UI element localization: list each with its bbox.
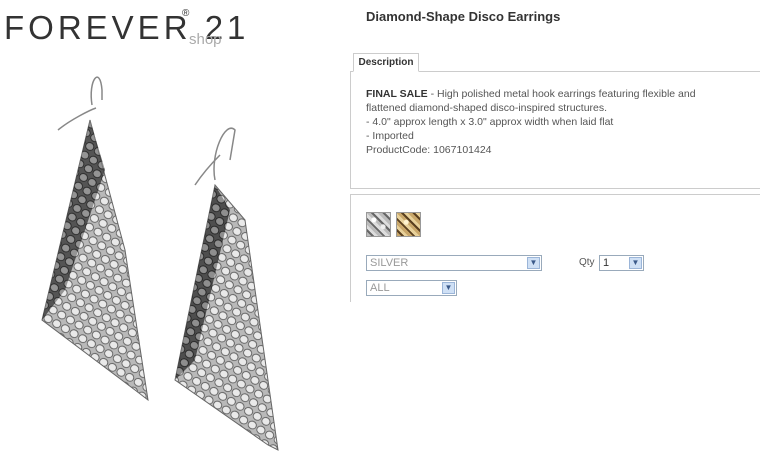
right-earring-hook xyxy=(213,127,236,181)
registered-mark: ® xyxy=(182,8,190,19)
description-line-1: FINAL SALE - High polished metal hook ea… xyxy=(366,88,696,100)
color-swatch-silver[interactable] xyxy=(366,212,391,237)
chevron-down-icon[interactable]: ▼ xyxy=(527,257,540,269)
size-select-value: ALL xyxy=(370,282,390,294)
description-line-4: - Imported xyxy=(366,130,414,142)
color-select[interactable]: SILVER ▼ xyxy=(366,255,542,271)
qty-select[interactable]: 1 ▼ xyxy=(599,255,644,271)
brand-suffix: shop xyxy=(189,31,222,48)
product-title: Diamond-Shape Disco Earrings xyxy=(366,9,561,24)
final-sale-label: FINAL SALE xyxy=(366,88,428,100)
description-text: FINAL SALE - High polished metal hook ea… xyxy=(366,87,746,157)
qty-label: Qty xyxy=(579,257,595,268)
earrings-image xyxy=(41,76,279,451)
size-select[interactable]: ALL ▼ xyxy=(366,280,457,296)
description-line-2: flattened diamond-shaped disco-inspired … xyxy=(366,102,608,114)
qty-select-value: 1 xyxy=(603,257,610,269)
product-code: ProductCode: 1067101424 xyxy=(366,144,492,156)
tab-description[interactable]: Description xyxy=(353,53,419,72)
chevron-down-icon[interactable]: ▼ xyxy=(442,282,455,294)
chevron-down-icon[interactable]: ▼ xyxy=(629,257,642,269)
color-swatch-gold[interactable] xyxy=(396,212,421,237)
color-select-value: SILVER xyxy=(370,257,409,269)
left-earring-hook xyxy=(90,76,103,106)
description-line-3: - 4.0" approx length x 3.0" approx width… xyxy=(366,116,614,128)
